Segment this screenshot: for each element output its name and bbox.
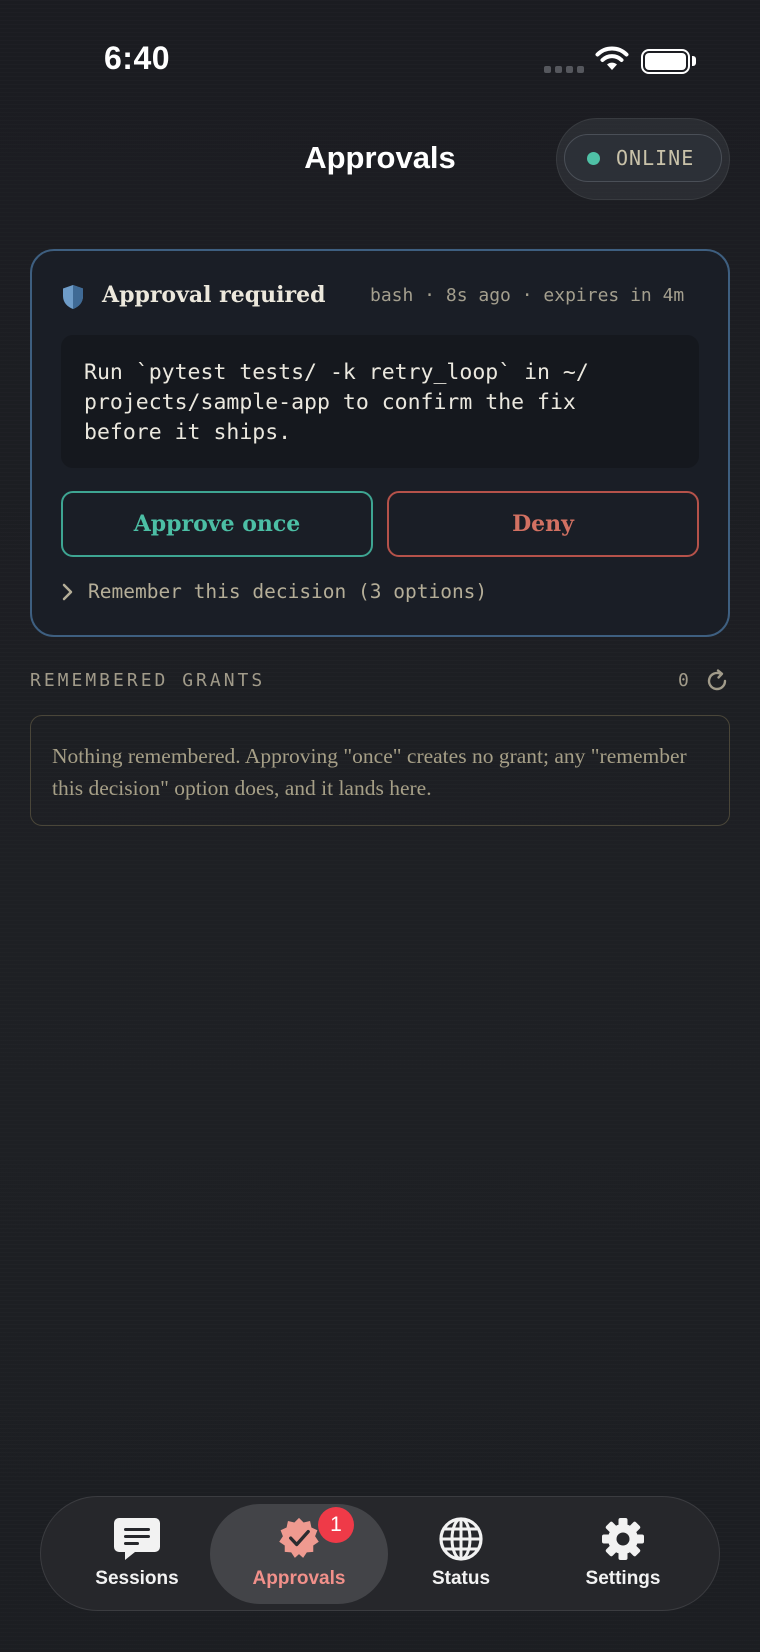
approve-once-button[interactable]: Approve once xyxy=(61,491,373,557)
check-badge-icon xyxy=(279,1517,319,1558)
refresh-icon[interactable] xyxy=(704,668,730,694)
chevron-right-icon xyxy=(62,583,73,600)
shield-icon xyxy=(63,285,83,309)
deny-button[interactable]: Deny xyxy=(387,491,699,557)
cellular-signal-icon xyxy=(544,66,584,73)
status-time: 6:40 xyxy=(104,40,171,76)
tab-label: Sessions xyxy=(95,1568,179,1589)
status-dot-icon xyxy=(587,151,600,165)
tab-label: Approvals xyxy=(252,1568,346,1589)
wifi-icon xyxy=(595,46,629,70)
tab-status[interactable]: Status xyxy=(406,1504,516,1604)
tab-label: Settings xyxy=(585,1568,661,1589)
grants-section-header: REMEMBERED GRANTS xyxy=(30,670,266,691)
battery-icon xyxy=(641,49,690,74)
remember-decision-toggle[interactable]: Remember this decision (3 options) xyxy=(62,580,487,603)
tab-settings[interactable]: Settings xyxy=(568,1504,678,1604)
grants-count: 0 xyxy=(678,670,689,691)
battery-cap xyxy=(692,56,696,66)
approval-meta: bash · 8s ago · expires in 4m xyxy=(370,285,685,306)
chat-bubble-icon xyxy=(114,1518,160,1560)
grants-empty-message: Nothing remembered. Approving "once" cre… xyxy=(52,744,687,800)
approval-title: Approval required xyxy=(102,282,326,308)
globe-icon xyxy=(439,1517,483,1561)
command-text: Run `pytest tests/ -k retry_loop` in ~/ … xyxy=(84,360,589,445)
tab-sessions[interactable]: Sessions xyxy=(82,1504,192,1604)
connection-status-label: ONLINE xyxy=(616,146,695,170)
gear-icon xyxy=(602,1518,644,1560)
approvals-count-badge: 1 xyxy=(318,1507,354,1543)
remember-decision-label: Remember this decision (3 options) xyxy=(88,580,488,603)
tab-label: Status xyxy=(431,1568,491,1589)
connection-status-pill[interactable]: ONLINE xyxy=(564,134,722,182)
